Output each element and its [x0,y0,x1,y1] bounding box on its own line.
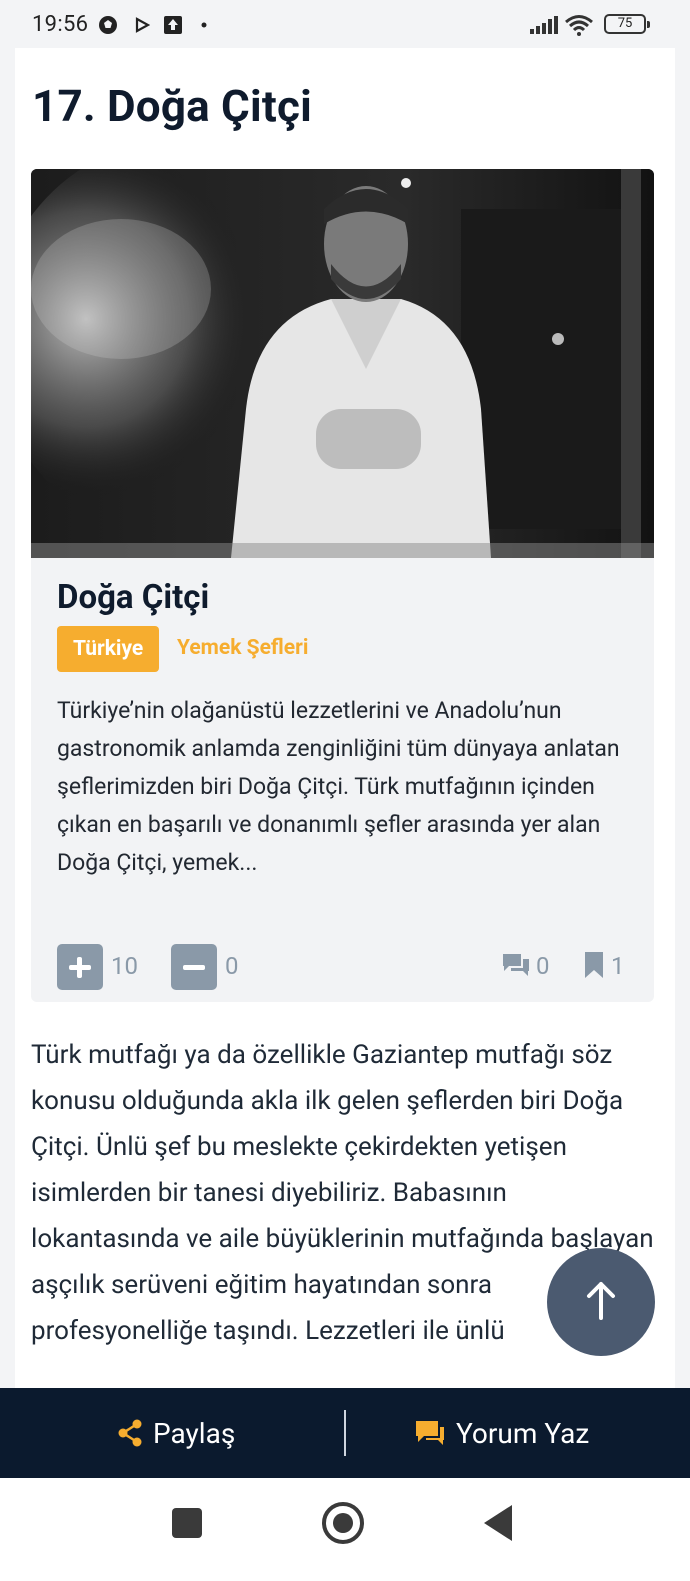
play-icon [135,17,150,33]
status-bar: 19:56 75 [0,0,690,48]
page-title: 17. Doğa Çitçi [32,80,312,132]
chef-photo [31,169,654,558]
home-icon[interactable] [322,1502,364,1544]
chef-name[interactable]: Doğa Çitçi [57,578,209,617]
write-comment-label: Yorum Yaz [456,1416,590,1450]
comment-count: 0 [536,952,550,980]
chef-summary: Türkiye’nin olağanüstü lezzetlerini ve A… [57,697,620,876]
article-page: 17. Doğa Çitçi Doğa Çitçi Türkiye Yemek … [15,48,675,1388]
system-nav-bar [0,1478,690,1581]
downvote-button[interactable] [171,944,217,990]
battery-icon: 75 [604,14,650,34]
upvote-button[interactable] [57,944,103,990]
downvote-count: 0 [225,952,239,980]
recent-apps-icon[interactable] [172,1508,202,1538]
share-icon [118,1419,142,1447]
scroll-to-top-button[interactable] [547,1248,655,1356]
write-comment-button[interactable]: Yorum Yaz [414,1388,589,1478]
dot-icon [201,22,207,28]
back-icon[interactable] [484,1505,512,1541]
bookmark-count: 1 [611,952,625,980]
bottom-action-bar: Paylaş Yorum Yaz [0,1388,690,1478]
comment-bubble-icon [416,1421,444,1445]
category-link[interactable]: Yemek Şefleri [177,636,308,660]
share-button[interactable]: Paylaş [117,1388,235,1478]
upload-icon [164,16,182,34]
country-badge[interactable]: Türkiye [57,626,160,672]
signal-icon [530,16,558,34]
status-time: 19:56 [32,12,89,37]
comments-icon[interactable] [501,950,531,980]
wifi-icon [565,15,593,36]
chef-photo-illustration [31,169,654,558]
chef-info-card: Doğa Çitçi Türkiye Yemek Şefleri Türkiye… [31,558,654,1002]
bookmark-icon[interactable] [583,950,605,980]
minus-icon [183,965,205,970]
share-label: Paylaş [153,1416,236,1450]
arrow-up-icon [587,1282,615,1320]
soccer-ball-icon [99,16,117,34]
upvote-count: 10 [111,952,138,980]
action-divider [344,1410,346,1456]
plus-icon-vertical [77,957,82,978]
